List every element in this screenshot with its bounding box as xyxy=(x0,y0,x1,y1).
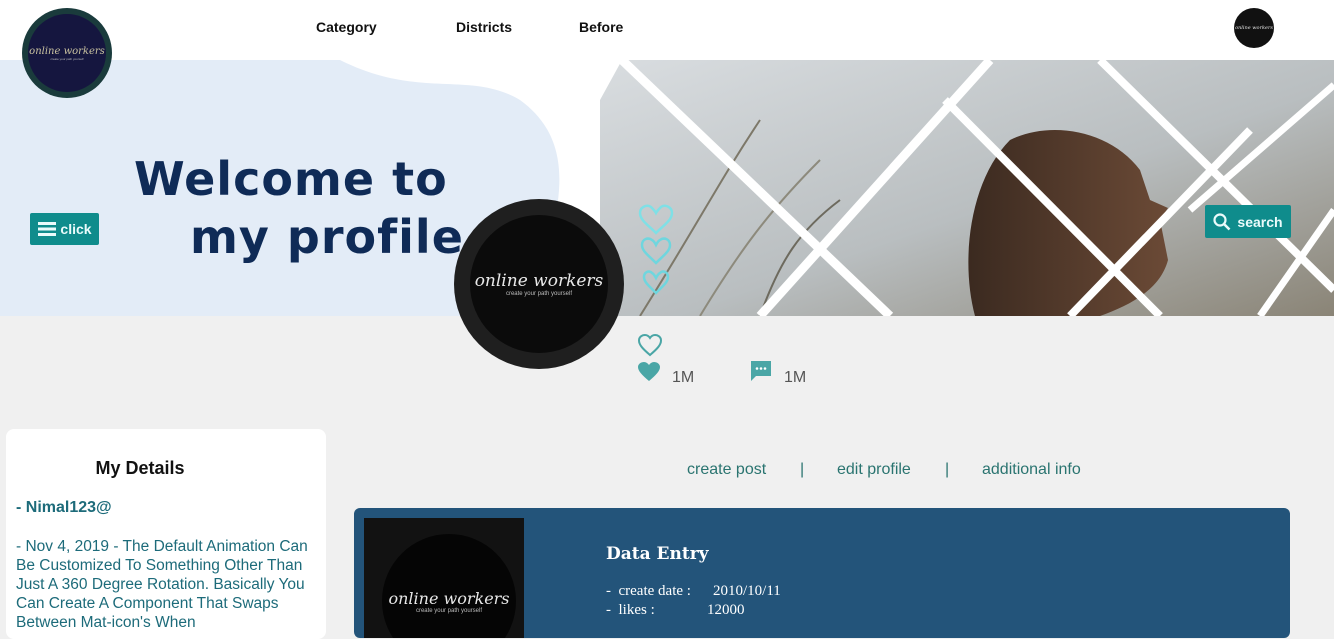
comments-count: 1M xyxy=(784,369,807,386)
menu-icon xyxy=(38,222,57,236)
post-thumbnail-tagline: create your path yourself xyxy=(415,607,483,614)
additional-info-link[interactable]: additional info xyxy=(982,461,1081,479)
nav-before[interactable]: Before xyxy=(579,19,623,35)
hero-title-line1: Welcome to xyxy=(134,152,448,206)
edit-profile-link[interactable]: edit profile xyxy=(837,461,911,479)
profile-avatar-tagline: create your path yourself xyxy=(505,291,573,297)
comment-icon[interactable] xyxy=(749,359,773,383)
site-logo-text: online workers xyxy=(29,45,105,57)
profile-avatar-inner: online workers create your path yourself xyxy=(470,215,608,353)
heart-outline-icon[interactable] xyxy=(638,334,664,358)
avatar-small-logo-text: online workers xyxy=(1235,25,1273,31)
site-logo-tagline: create your path yourself xyxy=(50,56,84,61)
site-logo-inner: online workers create your path yourself xyxy=(28,14,106,92)
my-details-card: My Details - Nimal123@ - Nov 4, 2019 - T… xyxy=(6,429,326,639)
post-title: Data Entry xyxy=(606,544,709,564)
post-thumbnail-logo-text: online workers xyxy=(388,588,510,608)
top-navbar: Category Districts Before online workers xyxy=(0,0,1334,60)
profile-avatar[interactable]: online workers create your path yourself xyxy=(454,199,624,369)
nav-districts[interactable]: Districts xyxy=(456,19,512,35)
post-create-date-value: 2010/10/11 xyxy=(713,583,781,599)
click-button-label: click xyxy=(60,221,92,237)
hero-banner: Welcome to my profile click search xyxy=(0,60,1334,316)
post-thumbnail-logo: online workers create your path yourself xyxy=(382,534,516,638)
heart-filled-icon[interactable] xyxy=(637,361,661,383)
search-icon xyxy=(1213,212,1231,230)
profile-avatar-logo-text: online workers xyxy=(474,271,604,291)
click-button[interactable]: click xyxy=(30,213,99,245)
floating-hearts xyxy=(638,204,674,295)
search-button[interactable]: search xyxy=(1205,205,1291,238)
post-thumbnail: online workers create your path yourself xyxy=(364,518,524,638)
likes-count: 1M xyxy=(672,369,695,386)
nav-separator: | xyxy=(945,461,950,478)
create-post-link[interactable]: create post xyxy=(687,461,766,479)
site-logo[interactable]: online workers create your path yourself xyxy=(22,8,112,98)
details-username: - Nimal123@ xyxy=(16,499,112,516)
avatar-small[interactable]: online workers xyxy=(1234,8,1274,48)
nav-category[interactable]: Category xyxy=(316,19,377,35)
post-create-date-label: - create date : xyxy=(606,583,691,599)
nav-separator: | xyxy=(800,461,805,478)
hero-title-line2: my profile xyxy=(190,210,464,264)
post-likes-label: - likes : xyxy=(606,602,655,618)
post-likes-value: 12000 xyxy=(707,602,745,618)
post-card[interactable]: online workers create your path yourself… xyxy=(354,508,1290,638)
search-button-label: search xyxy=(1237,213,1283,230)
my-details-title: My Details xyxy=(95,458,185,478)
details-description: - Nov 4, 2019 - The Default Animation Ca… xyxy=(16,538,308,631)
